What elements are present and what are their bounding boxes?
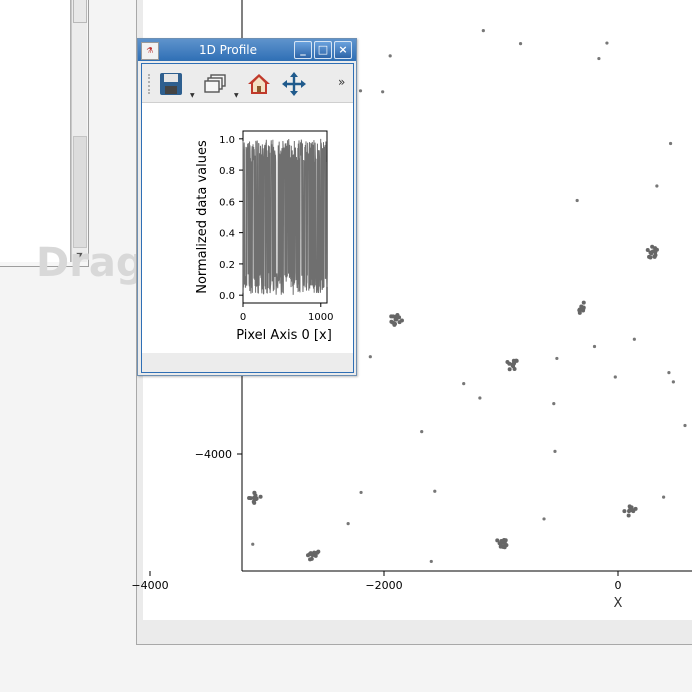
scatter-point bbox=[388, 54, 392, 58]
scatter-point bbox=[252, 500, 257, 505]
scatter-point bbox=[542, 517, 546, 521]
scatter-point bbox=[502, 538, 507, 543]
profile-plot-area: 1.0 0.8 0.6 0.4 0.2 0.0 0 1000 Normalized data… bbox=[142, 103, 353, 353]
profile-toolbar: ▼ ▼ » bbox=[142, 64, 353, 103]
floppy-disk-icon[interactable] bbox=[159, 72, 183, 96]
scatter-point bbox=[552, 402, 556, 406]
profile-content-frame: ▼ ▼ » 1.0 0.8 0.6 0.4 0.2 0.0 0 1000 Nor… bbox=[141, 63, 354, 373]
scatter-point bbox=[253, 497, 258, 502]
scatter-point bbox=[392, 321, 397, 326]
x-tick-label: −4000 bbox=[131, 579, 168, 592]
scatter-point bbox=[433, 489, 437, 493]
profile-window[interactable]: ⚗ 1D Profile _ □ × ▼ ▼ » 1.0 0.8 0.6 0.4… bbox=[137, 38, 357, 376]
minimize-button[interactable]: _ bbox=[294, 41, 312, 59]
scatter-point bbox=[627, 508, 632, 513]
scatter-point bbox=[613, 375, 617, 379]
profile-statusbar bbox=[142, 353, 353, 372]
scatter-point bbox=[683, 423, 687, 428]
profile-y-tick-label: 0.2 bbox=[219, 260, 235, 271]
copy-dropdown-arrow-icon[interactable]: ▼ bbox=[234, 92, 239, 99]
scatter-point bbox=[512, 361, 517, 366]
save-dropdown-arrow-icon[interactable]: ▼ bbox=[190, 92, 195, 99]
profile-y-tick-label: 0.8 bbox=[219, 166, 235, 177]
scatter-point bbox=[553, 449, 557, 453]
scatter-point bbox=[653, 246, 658, 251]
scatter-point bbox=[308, 557, 313, 562]
scatter-point bbox=[668, 141, 673, 146]
profile-x-tick-label: 1000 bbox=[308, 312, 333, 323]
scatter-point bbox=[605, 41, 609, 45]
profile-signal-line bbox=[242, 138, 328, 295]
profile-y-axis-label: Normalized data values bbox=[195, 140, 210, 294]
close-button[interactable]: × bbox=[334, 41, 352, 59]
toolbar-grip[interactable] bbox=[148, 74, 154, 94]
toolbar-overflow-button[interactable]: » bbox=[338, 75, 345, 89]
scatter-point bbox=[622, 509, 627, 514]
scatter-point bbox=[258, 494, 263, 499]
scatter-point bbox=[399, 318, 404, 323]
scatter-point bbox=[626, 513, 631, 518]
scatter-point bbox=[662, 495, 666, 499]
scatter-point bbox=[310, 552, 315, 557]
scatter-point bbox=[575, 198, 579, 203]
scatter-point bbox=[397, 315, 402, 320]
scatter-point bbox=[648, 255, 653, 260]
maximize-button[interactable]: □ bbox=[314, 41, 332, 59]
x-tick-label: −2000 bbox=[365, 579, 402, 592]
profile-y-tick-label: 0.4 bbox=[219, 229, 235, 240]
stack-icon[interactable] bbox=[203, 72, 227, 96]
profile-y-tick-label: 0.0 bbox=[219, 291, 235, 302]
scatter-point bbox=[650, 249, 655, 254]
move-arrows-icon[interactable] bbox=[282, 72, 306, 96]
scatter-point bbox=[346, 522, 350, 526]
scatter-point bbox=[251, 542, 255, 546]
scatter-point bbox=[592, 344, 597, 349]
scatter-point bbox=[315, 550, 320, 555]
y-tick-label: −4000 bbox=[195, 448, 232, 461]
scatter-point bbox=[597, 56, 601, 61]
scatter-point bbox=[577, 308, 582, 313]
x-axis-label: X bbox=[614, 596, 623, 611]
scatter-point bbox=[501, 544, 506, 549]
profile-x-axis-label: Pixel Axis 0 [x] bbox=[236, 328, 332, 343]
app-icon[interactable]: ⚗ bbox=[141, 42, 159, 60]
scatter-point bbox=[512, 367, 517, 372]
scatter-point bbox=[429, 559, 433, 564]
scatter-point bbox=[505, 360, 510, 365]
scatter-point bbox=[462, 382, 466, 386]
scatter-point bbox=[655, 184, 659, 188]
bottom-area bbox=[0, 644, 692, 692]
profile-y-tick-label: 0.6 bbox=[219, 197, 235, 208]
profile-line-plot[interactable]: 1.0 0.8 0.6 0.4 0.2 0.0 0 1000 Normalized data… bbox=[142, 103, 353, 353]
profile-titlebar[interactable]: ⚗ 1D Profile _ □ × bbox=[138, 39, 356, 61]
home-icon[interactable] bbox=[247, 72, 271, 96]
scatter-point bbox=[389, 314, 394, 319]
x-tick-label: 0 bbox=[615, 579, 622, 592]
scatter-point bbox=[633, 506, 638, 511]
scatter-point bbox=[368, 355, 372, 359]
profile-x-tick-label: 0 bbox=[240, 312, 246, 323]
scatter-point bbox=[393, 317, 398, 322]
scatter-point bbox=[507, 367, 512, 372]
scatter-point bbox=[481, 28, 485, 33]
profile-window-title: 1D Profile bbox=[198, 43, 257, 57]
scatter-point bbox=[671, 380, 675, 384]
scatter-point bbox=[667, 371, 671, 375]
scatter-point bbox=[581, 300, 586, 305]
scatter-point bbox=[252, 490, 257, 495]
scatter-point bbox=[389, 319, 394, 324]
scatter-point bbox=[381, 90, 385, 94]
scatter-point bbox=[359, 490, 363, 495]
scatter-point bbox=[247, 495, 252, 500]
scatter-point bbox=[653, 253, 658, 258]
scatter-point bbox=[555, 356, 559, 361]
profile-y-tick-label: 1.0 bbox=[219, 135, 235, 146]
scatter-point bbox=[358, 89, 363, 93]
scatter-point bbox=[478, 396, 482, 400]
scatter-point bbox=[627, 504, 632, 509]
scatter-point bbox=[632, 337, 636, 341]
scatter-point bbox=[518, 42, 523, 46]
scatter-point bbox=[420, 430, 424, 434]
